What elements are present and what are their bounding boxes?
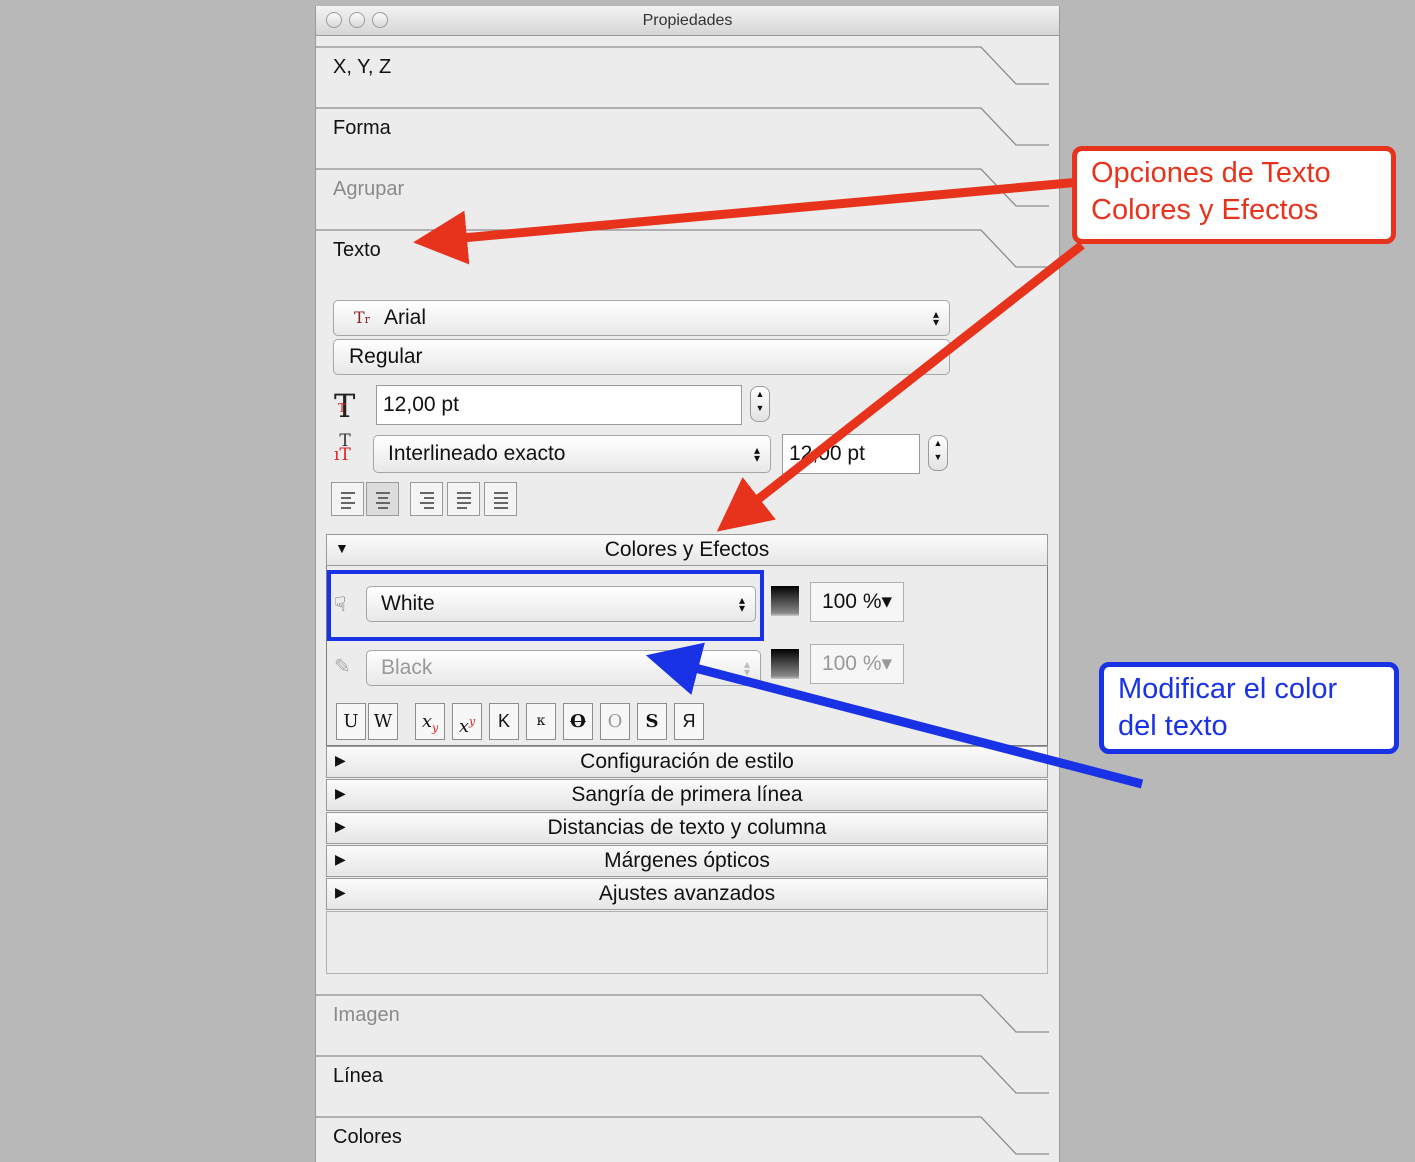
subscript-button[interactable]: xy [415,703,445,740]
mirror-button[interactable]: Я [674,703,704,740]
select-arrows-icon: ▴ ▾ [743,657,750,679]
font-family-select[interactable]: Tr Arial ▴ ▾ [333,300,950,336]
line-spacing-input[interactable]: 12,00 pt [782,434,920,474]
line-spacing-mode: Interlineado exacto [388,442,566,465]
font-size-icon: TT [334,387,356,425]
section-distancias-label: Distancias de texto y columna [547,816,827,839]
align-right-button[interactable] [410,482,443,516]
stroke-color-value: Black [381,656,433,679]
font-size-stepper[interactable]: ▲ ▼ [750,386,770,422]
align-justify-button[interactable] [447,482,480,516]
title-bar: Propiedades [316,6,1059,36]
tab-xyz-label: X, Y, Z [333,56,392,78]
tab-agrupar-label: Agrupar [333,178,405,200]
tab-linea-label: Línea [333,1065,384,1087]
section-ajustes[interactable]: ▶ Ajustes avanzados [326,878,1048,910]
section-margenes-label: Márgenes ópticos [604,849,770,872]
superscript-button[interactable]: xy [452,703,482,740]
section-ajustes-label: Ajustes avanzados [598,882,776,905]
line-spacing-stepper[interactable]: ▲ ▼ [928,435,948,471]
section-margenes[interactable]: ▶ Márgenes ópticos [326,845,1048,877]
stroke-color-swatch[interactable] [771,649,799,679]
tab-forma[interactable]: Forma [316,107,1059,167]
font-style-value: Regular [349,345,423,368]
align-force-justify-button[interactable] [484,482,517,516]
stroke-color-select[interactable]: Black ▴ ▾ [366,650,761,686]
pen-icon: ✎ [334,656,351,678]
outline-button[interactable]: O [600,703,630,740]
strikethrough-button[interactable]: O [563,703,593,740]
section-colores-efectos[interactable]: ▼ Colores y Efectos [326,534,1048,566]
font-size-value: 12,00 pt [383,393,459,416]
tab-colores-label: Colores [333,1126,402,1148]
tab-colores[interactable]: Colores [316,1116,1059,1162]
fill-opacity-field[interactable]: 100 %▾ [810,582,904,622]
line-spacing-value: 12,00 pt [789,442,865,465]
fill-opacity-value: 100 % [821,590,882,613]
section-colores-efectos-label: Colores y Efectos [604,538,770,561]
window-title: Propiedades [642,12,733,29]
tab-xyz[interactable]: X, Y, Z [316,46,1059,106]
stroke-opacity-value: 100 % [821,652,882,675]
font-size-input[interactable]: 12,00 pt [376,385,742,425]
section-sangria-label: Sangría de primera línea [571,783,803,806]
callout-modify-color: Modificar el color del texto [1099,662,1399,754]
fill-color-swatch[interactable] [771,586,799,616]
align-center-button[interactable] [366,482,399,516]
font-style-select[interactable]: Regular [333,339,950,375]
tab-linea[interactable]: Línea [316,1055,1059,1115]
section-configuracion-estilo[interactable]: ▶ Configuración de estilo [326,746,1048,778]
line-spacing-select[interactable]: Interlineado exacto ▴ ▾ [373,435,771,473]
select-arrows-icon: ▴ ▾ [932,307,939,329]
select-arrows-icon: ▴ ▾ [753,443,760,465]
tab-imagen[interactable]: Imagen [316,994,1059,1054]
tab-texto-label: Texto [333,239,381,261]
line-spacing-icon: TıT [334,431,351,465]
section-configuracion-estilo-label: Configuración de estilo [580,750,794,773]
section-distancias[interactable]: ▶ Distancias de texto y columna [326,812,1048,844]
callout-text-options: Opciones de Texto Colores y Efectos [1072,146,1396,244]
align-left-button[interactable] [331,482,364,516]
fill-color-highlight [327,570,764,641]
tab-agrupar[interactable]: Agrupar [316,168,1059,228]
font-icon: Tr [354,308,370,327]
section-sangria[interactable]: ▶ Sangría de primera línea [326,779,1048,811]
shadow-button[interactable]: S [637,703,667,740]
tab-texto[interactable]: Texto [316,229,1059,289]
small-caps-button[interactable]: κ [526,703,556,740]
font-family-value: Arial [384,306,427,329]
word-underline-button[interactable]: W [368,703,398,740]
tab-forma-label: Forma [333,117,391,139]
underline-button[interactable]: U [336,703,366,740]
all-caps-button[interactable]: K [489,703,519,740]
stroke-opacity-field[interactable]: 100 %▾ [810,644,904,684]
tab-imagen-label: Imagen [333,1004,400,1026]
sections-footer-area [326,911,1048,974]
